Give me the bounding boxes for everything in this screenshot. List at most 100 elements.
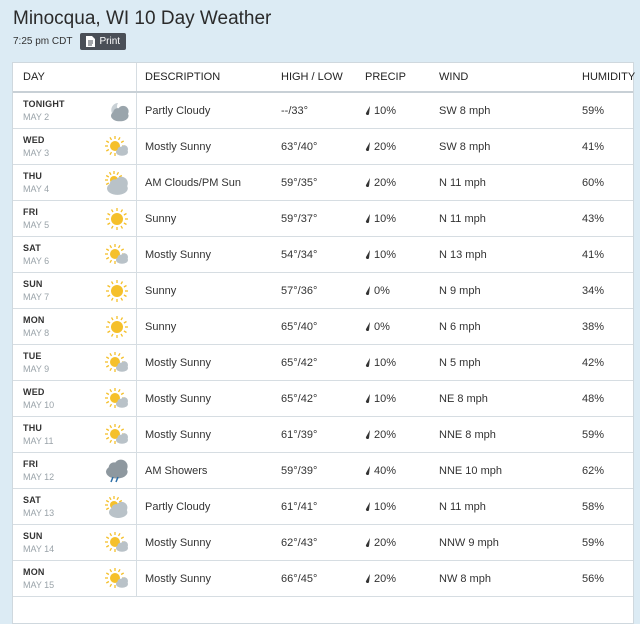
humidity-cell: 59% — [582, 524, 633, 561]
precip-cell: 10% — [365, 92, 439, 129]
day-cell: MON MAY 8 — [13, 308, 137, 345]
forecast-row[interactable]: TONIGHT MAY 2 Partly Cloudy --/33° 10% S… — [13, 92, 633, 129]
wind-cell: NE 8 mph — [439, 380, 582, 417]
high-temp: 57° — [281, 284, 298, 297]
forecast-row[interactable]: FRI MAY 12 AM Showers 59°/39° 40% NNE 10… — [13, 452, 633, 489]
precip-value: 10% — [374, 392, 397, 405]
raindrop-icon — [365, 214, 370, 223]
humidity-cell: 62% — [582, 452, 633, 489]
low-temp: 42° — [300, 392, 318, 405]
forecast-row[interactable]: SUN MAY 7 Sunny 57°/36° 0% N 9 mph 34% — [13, 272, 633, 309]
mostly-sunny-icon — [104, 531, 130, 555]
wind-cell: N 6 mph — [439, 308, 582, 345]
humidity-cell: 60% — [582, 164, 633, 201]
description-cell: AM Showers — [136, 452, 281, 489]
forecast-row[interactable]: WED MAY 3 Mostly Sunny 63°/40° 20% SW 8 … — [13, 128, 633, 165]
mostly-sunny-icon — [104, 351, 130, 375]
precip-value: 0% — [374, 284, 390, 297]
low-temp: 40° — [300, 320, 318, 333]
description-cell: Mostly Sunny — [136, 380, 281, 417]
humidity-cell: 34% — [582, 272, 633, 309]
cloudy-sun-icon — [104, 171, 130, 195]
low-temp: 39° — [300, 428, 318, 441]
forecast-row[interactable]: MON MAY 8 Sunny 65°/40° 0% N 6 mph 38% — [13, 308, 633, 345]
document-icon — [86, 36, 96, 47]
description-cell: Sunny — [136, 200, 281, 237]
wind-cell: NNE 10 mph — [439, 452, 582, 489]
precip-value: 10% — [374, 212, 397, 225]
precip-cell: 20% — [365, 128, 439, 165]
precip-value: 10% — [374, 104, 397, 117]
high-low-cell: 59°/35° — [281, 164, 365, 201]
raindrop-icon — [365, 106, 370, 115]
precip-value: 10% — [374, 356, 397, 369]
forecast-row[interactable]: TUE MAY 9 Mostly Sunny 65°/42° 10% N 5 m… — [13, 344, 633, 381]
col-header-high-low[interactable]: HIGH / LOW — [281, 63, 365, 93]
high-temp: 59° — [281, 176, 298, 189]
description-cell: Sunny — [136, 308, 281, 345]
col-header-humidity[interactable]: HUMIDITY — [582, 63, 635, 93]
precip-cell: 40% — [365, 452, 439, 489]
forecast-table: DAY DESCRIPTION HIGH / LOW PRECIP WIND H… — [12, 62, 635, 624]
humidity-cell: 59% — [582, 92, 633, 129]
print-button[interactable]: Print — [80, 33, 127, 50]
forecast-row[interactable]: WED MAY 10 Mostly Sunny 65°/42° 10% NE 8… — [13, 380, 633, 417]
sunny-icon — [104, 315, 130, 339]
humidity-cell: 42% — [582, 344, 633, 381]
day-cell: FRI MAY 12 — [13, 452, 137, 489]
forecast-row[interactable]: SAT MAY 13 Partly Cloudy 61°/41° 10% N 1… — [13, 488, 633, 525]
day-cell: WED MAY 3 — [13, 128, 137, 165]
humidity-cell: 56% — [582, 560, 633, 597]
high-temp: 54° — [281, 248, 298, 261]
subheader: 7:25 pm CDT Print — [13, 33, 127, 50]
forecast-row[interactable]: THU MAY 4 AM Clouds/PM Sun 59°/35° 20% N… — [13, 164, 633, 201]
day-cell: SUN MAY 7 — [13, 272, 137, 309]
precip-cell: 10% — [365, 488, 439, 525]
low-temp: 36° — [300, 284, 318, 297]
wind-cell: SW 8 mph — [439, 92, 582, 129]
humidity-cell: 38% — [582, 308, 633, 345]
description-cell: Sunny — [136, 272, 281, 309]
col-header-day[interactable]: DAY — [13, 63, 137, 93]
high-low-cell: 65°/42° — [281, 344, 365, 381]
wind-cell: N 11 mph — [439, 488, 582, 525]
forecast-row[interactable]: SUN MAY 14 Mostly Sunny 62°/43° 20% NNW … — [13, 524, 633, 561]
low-temp: 34° — [300, 248, 318, 261]
mostly-sunny-icon — [104, 387, 130, 411]
wind-cell: SW 8 mph — [439, 128, 582, 165]
col-header-wind[interactable]: WIND — [439, 63, 582, 93]
day-cell: FRI MAY 5 — [13, 200, 137, 237]
humidity-cell: 41% — [582, 128, 633, 165]
showers-icon — [104, 459, 130, 483]
humidity-cell: 59% — [582, 416, 633, 453]
forecast-row[interactable]: MON MAY 15 Mostly Sunny 66°/45° 20% NW 8… — [13, 560, 633, 597]
high-low-cell: 59°/39° — [281, 452, 365, 489]
day-cell: TONIGHT MAY 2 — [13, 92, 137, 129]
description-cell: Mostly Sunny — [136, 416, 281, 453]
wind-cell: N 11 mph — [439, 200, 582, 237]
wind-cell: N 13 mph — [439, 236, 582, 273]
partly-cloudy-night-icon — [104, 99, 130, 123]
wind-cell: N 11 mph — [439, 164, 582, 201]
precip-cell: 10% — [365, 200, 439, 237]
high-temp: 59° — [281, 212, 298, 225]
high-temp: 63° — [281, 140, 298, 153]
description-cell: Mostly Sunny — [136, 560, 281, 597]
high-temp: 65° — [281, 392, 298, 405]
high-low-cell: 57°/36° — [281, 272, 365, 309]
col-header-precip[interactable]: PRECIP — [365, 63, 439, 93]
low-temp: 41° — [300, 500, 318, 513]
precip-cell: 10% — [365, 344, 439, 381]
sunny-icon — [104, 207, 130, 231]
high-temp: 61° — [281, 428, 298, 441]
precip-value: 20% — [374, 140, 397, 153]
col-header-description[interactable]: DESCRIPTION — [136, 63, 281, 93]
mostly-sunny-icon — [104, 135, 130, 159]
wind-cell: N 5 mph — [439, 344, 582, 381]
forecast-row[interactable]: FRI MAY 5 Sunny 59°/37° 10% N 11 mph 43% — [13, 200, 633, 237]
precip-value: 10% — [374, 500, 397, 513]
forecast-row[interactable]: SAT MAY 6 Mostly Sunny 54°/34° 10% N 13 … — [13, 236, 633, 273]
forecast-row[interactable]: THU MAY 11 Mostly Sunny 61°/39° 20% NNE … — [13, 416, 633, 453]
precip-cell: 20% — [365, 524, 439, 561]
raindrop-icon — [365, 358, 370, 367]
